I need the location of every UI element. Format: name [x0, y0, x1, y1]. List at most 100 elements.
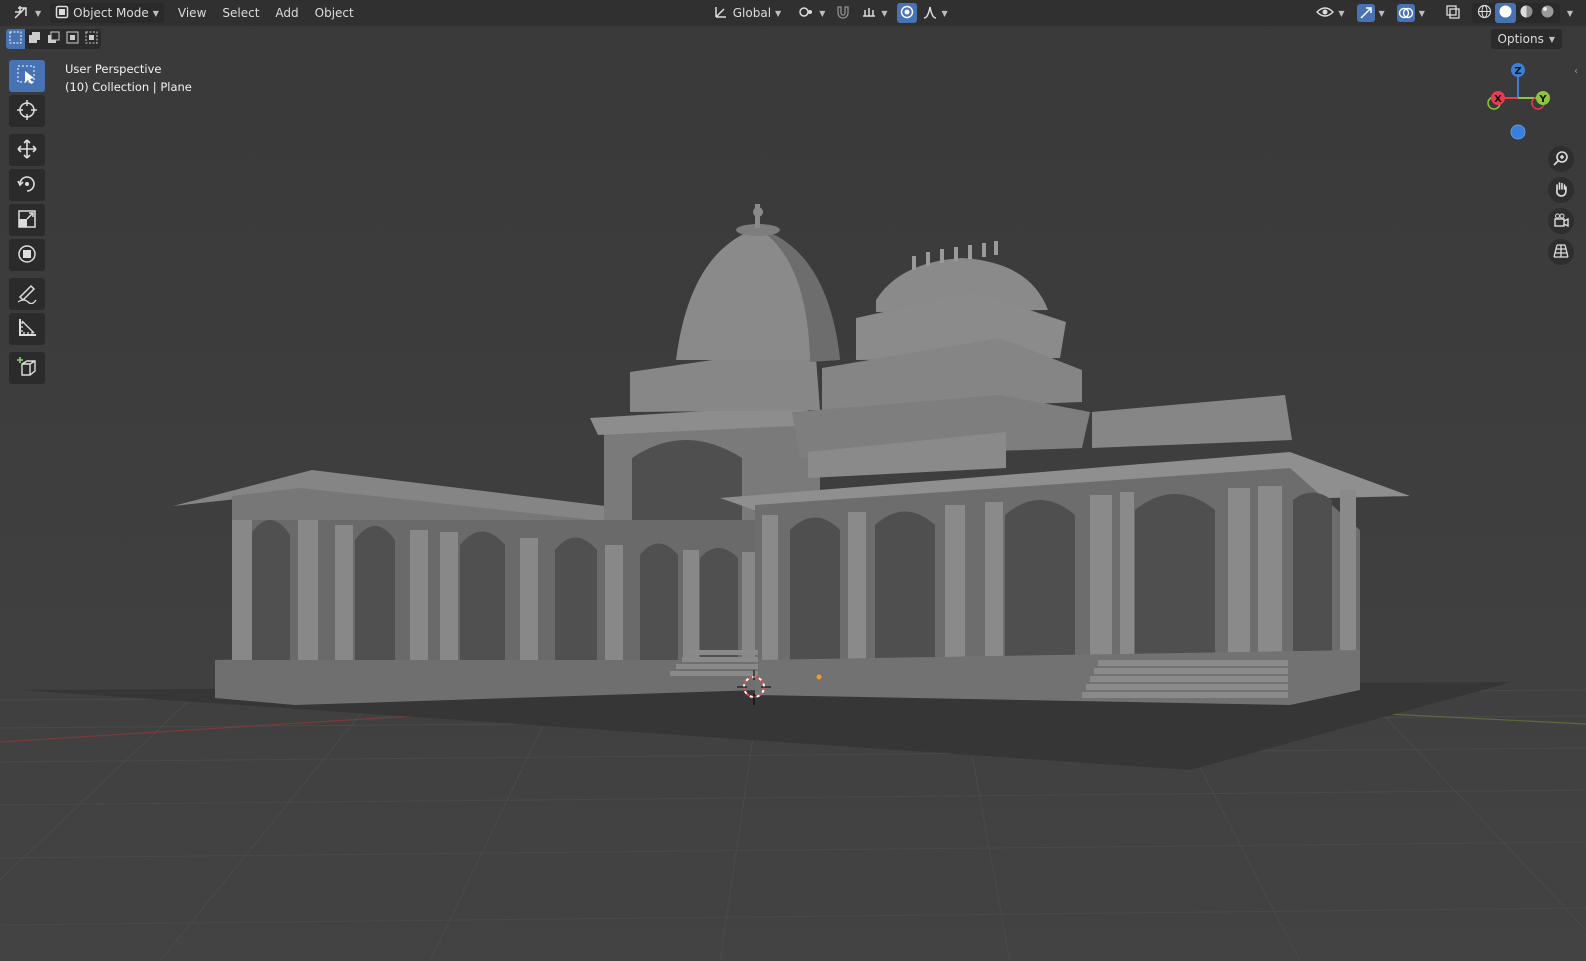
- measure-tool[interactable]: [9, 313, 45, 345]
- mode-label: Object Mode: [73, 6, 149, 20]
- select-invert-icon: [66, 31, 79, 47]
- material-preview-button[interactable]: [1516, 3, 1537, 23]
- rotate-icon: [16, 173, 38, 198]
- select-subtract-button[interactable]: [44, 29, 63, 49]
- menu-object[interactable]: Object: [307, 3, 362, 23]
- select-extend-button[interactable]: [25, 29, 44, 49]
- mode-dropdown[interactable]: Object Mode ▼: [50, 3, 164, 23]
- gizmo-x-label: X: [1494, 94, 1502, 105]
- selection-mode-group: [6, 29, 101, 49]
- cursor-tool[interactable]: [9, 95, 45, 127]
- viewport-3d[interactable]: [0, 0, 1586, 961]
- select-intersect-icon: [85, 31, 98, 47]
- collection-info-label: (10) Collection | Plane: [65, 80, 192, 94]
- proportional-edit-icon: [900, 5, 914, 22]
- navigation-gizmo[interactable]: Z X Y: [1486, 60, 1556, 142]
- select-box-icon: [16, 64, 38, 89]
- solid-shading-icon: [1498, 4, 1513, 22]
- chevron-down-icon: ▼: [881, 8, 888, 18]
- overlay-toggle[interactable]: ▼: [1392, 3, 1430, 23]
- chevron-down-icon: ▼: [819, 8, 826, 18]
- menu-add[interactable]: Add: [267, 3, 306, 23]
- gizmo-z-axis[interactable]: Z: [1511, 63, 1525, 77]
- scale-tool[interactable]: [9, 204, 45, 236]
- annotate-pencil-icon: [16, 282, 38, 307]
- tool-shelf: [9, 60, 47, 387]
- object-mode-cube-icon: [55, 5, 69, 22]
- snap-toggle[interactable]: [830, 3, 856, 23]
- options-dropdown[interactable]: Options ▼: [1490, 29, 1562, 49]
- gizmo-toggle-icon: [1356, 4, 1375, 22]
- select-box-tool[interactable]: [9, 60, 45, 92]
- zoom-button[interactable]: [1548, 146, 1574, 172]
- gizmo-y-axis[interactable]: Y: [1536, 91, 1550, 105]
- wireframe-shading-button[interactable]: [1474, 3, 1495, 23]
- camera-view-icon: [1553, 212, 1569, 231]
- cursor-icon: [16, 99, 38, 124]
- overlay-toggle-icon: [1396, 4, 1415, 22]
- sidebar-collapse-arrow-icon[interactable]: ‹: [1574, 66, 1578, 77]
- object-origin-dot: [816, 674, 822, 680]
- chevron-down-icon: ▼: [1378, 8, 1385, 18]
- select-new-button[interactable]: [6, 29, 25, 49]
- chevron-down-icon: ▼: [775, 8, 782, 18]
- add-cube-tool[interactable]: [9, 352, 45, 384]
- rotate-tool[interactable]: [9, 169, 45, 201]
- chevron-down-icon: ▼: [1548, 34, 1555, 44]
- wireframe-shading-icon: [1477, 4, 1492, 22]
- transform-orientation-label: Global: [732, 6, 772, 20]
- move-tool[interactable]: [9, 134, 45, 166]
- header-right-controls: ▼ ▼ ▼ ▼: [1311, 3, 1578, 23]
- viewport-info: User Perspective (10) Collection | Plane: [65, 60, 192, 96]
- pivot-point-icon: [797, 4, 815, 23]
- annotate-tool[interactable]: [9, 278, 45, 310]
- falloff-dropdown[interactable]: ▼: [917, 3, 953, 23]
- gizmo-toggle[interactable]: ▼: [1352, 3, 1390, 23]
- xray-toggle-icon: [1445, 4, 1461, 23]
- pivot-point-dropdown[interactable]: ▼: [792, 3, 830, 23]
- editor-type-button[interactable]: ▼: [8, 3, 46, 23]
- move-arrows-icon: [16, 138, 38, 163]
- chevron-down-icon: ▼: [35, 8, 42, 18]
- chevron-down-icon: ▼: [941, 8, 948, 18]
- pan-button[interactable]: [1548, 177, 1574, 203]
- gizmo-x-axis[interactable]: X: [1491, 91, 1505, 105]
- menu-view[interactable]: View: [170, 3, 214, 23]
- options-label: Options: [1497, 32, 1544, 46]
- falloff-curve-icon: [922, 4, 938, 23]
- view-name-label: User Perspective: [65, 62, 162, 76]
- ortho-toggle-button[interactable]: [1548, 239, 1574, 265]
- snap-target-dropdown[interactable]: ▼: [856, 3, 892, 23]
- gizmo-y-label: Y: [1538, 94, 1547, 105]
- select-subtract-icon: [47, 31, 60, 47]
- chevron-down-icon: ▼: [1418, 8, 1425, 18]
- camera-view-button[interactable]: [1548, 208, 1574, 234]
- transform-orientation-dropdown[interactable]: Global ▼: [708, 3, 786, 23]
- zoom-magnifier-icon: [1553, 150, 1569, 169]
- select-intersect-button[interactable]: [82, 29, 101, 49]
- visibility-dropdown[interactable]: ▼: [1311, 3, 1349, 23]
- proportional-edit-toggle[interactable]: [896, 3, 917, 23]
- transform-orientation-icon: [713, 4, 729, 23]
- transform-tool[interactable]: [9, 239, 45, 271]
- material-preview-icon: [1519, 4, 1534, 22]
- neg-z-axis-dot[interactable]: [1510, 124, 1526, 140]
- orientation-axes-icon: [13, 4, 31, 23]
- select-extend-icon: [28, 31, 41, 47]
- viewport-header: ▼ Object Mode ▼ View Select Add Object G…: [0, 0, 1586, 26]
- scale-icon: [16, 208, 38, 233]
- add-cube-icon: [16, 356, 38, 381]
- select-new-icon: [9, 31, 22, 47]
- solid-shading-button[interactable]: [1494, 3, 1516, 23]
- rendered-shading-button[interactable]: [1537, 3, 1558, 23]
- snap-increment-icon: [861, 4, 877, 23]
- measure-ruler-icon: [16, 317, 38, 342]
- xray-toggle[interactable]: [1440, 3, 1466, 23]
- menu-select[interactable]: Select: [214, 3, 267, 23]
- rendered-shading-icon: [1540, 4, 1555, 22]
- select-invert-button[interactable]: [63, 29, 82, 49]
- transform-icon: [16, 243, 38, 268]
- shading-options-dropdown[interactable]: ▼: [1562, 3, 1578, 23]
- gizmo-z-label: Z: [1514, 66, 1521, 77]
- visibility-eye-icon: [1316, 5, 1335, 22]
